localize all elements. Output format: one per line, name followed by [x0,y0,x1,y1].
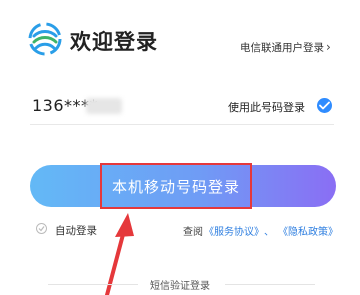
auto-login-label: 自动登录 [55,225,97,237]
chevron-right-icon: › [326,40,331,54]
mobile-number-login-label[interactable]: 本机移动号码登录 [100,163,252,209]
alt-login-label: 电信联通用户登录 [240,42,324,54]
divider [48,284,138,285]
phone-number-redaction [86,98,122,114]
service-agreement-link[interactable]: 《服务协议》 [204,223,264,238]
check-circle-icon[interactable] [317,98,332,113]
divider [30,124,334,125]
privacy-policy-link[interactable]: 《隐私政策》 [278,223,338,238]
divider [225,284,315,285]
up-arrow-annotation-icon [105,213,134,295]
telecom-unicom-login-link[interactable]: 电信联通用户登录 › [240,40,331,55]
use-this-number-label: 使用此号码登录 [228,101,305,114]
china-mobile-logo-icon [28,22,62,56]
agreement-prefix: 查阅 [183,227,203,238]
page-title: 欢迎登录 [70,30,158,54]
agreement-separator: 、 [264,227,274,238]
auto-login-checkbox[interactable] [36,223,47,234]
